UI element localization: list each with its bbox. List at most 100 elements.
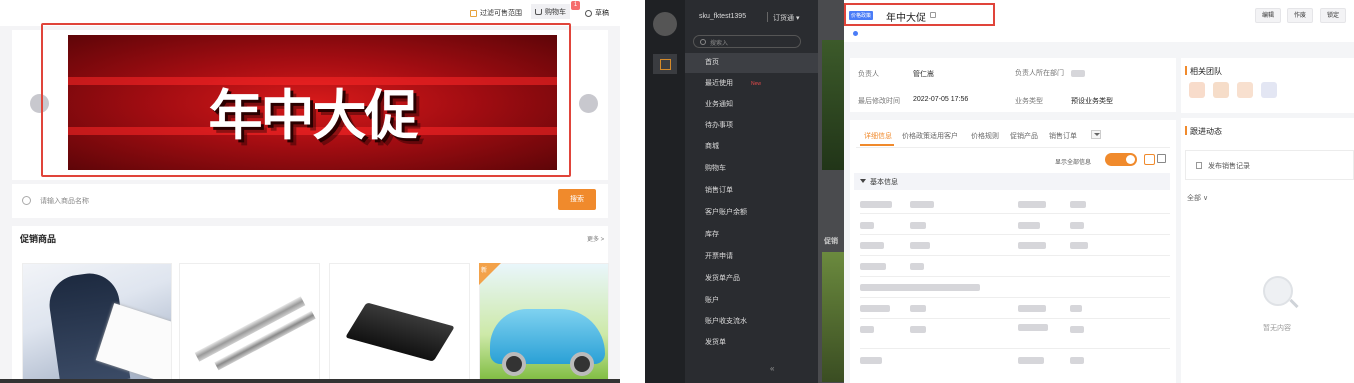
sidebar-item-todo[interactable]: 待办事项 — [685, 116, 835, 136]
field-label-redacted — [1018, 222, 1040, 229]
home-app-icon[interactable] — [653, 54, 677, 74]
new-tag-label: 新 — [481, 268, 488, 274]
highlight-box-banner — [41, 23, 571, 177]
draft-label: 草稿 — [595, 10, 609, 17]
tab-detail-info[interactable]: 详细信息 — [864, 131, 892, 141]
field-label-redacted — [1018, 242, 1046, 249]
avatar[interactable] — [1189, 82, 1205, 98]
field-value-redacted — [910, 326, 926, 333]
show-all-label: 显示全部信息 — [1055, 160, 1092, 166]
field-label-redacted — [860, 284, 980, 291]
sidebar-item-balance[interactable]: 客户账户余额 — [685, 203, 835, 223]
cart-button[interactable]: 购物车 — [531, 4, 570, 19]
sidebar-item-cart[interactable]: 购物车 — [685, 159, 835, 179]
product-image-battery — [345, 302, 455, 362]
activity-title: 跟进动态 — [1190, 127, 1222, 136]
search-input[interactable]: 请输入商品名称 — [40, 196, 89, 206]
void-button[interactable]: 作废 — [1287, 8, 1314, 23]
background-image — [822, 252, 845, 382]
collapse-sidebar-icon[interactable]: « — [770, 364, 774, 373]
publish-sales-record-button[interactable]: 发布销售记录 — [1185, 150, 1354, 180]
sidebar-item-account[interactable]: 账户 — [685, 291, 835, 311]
bottom-edge — [0, 379, 620, 383]
menu-search-input[interactable]: 搜索入 — [693, 35, 801, 48]
layout-grid-icon[interactable] — [1157, 154, 1166, 163]
sidebar-item-account-flow[interactable]: 账户收支流水 — [685, 312, 835, 332]
section-title: 基本信息 — [870, 179, 898, 186]
search-icon — [700, 39, 706, 45]
background-image — [822, 40, 845, 170]
tag-icon[interactable] — [853, 31, 858, 36]
detail-header: 价格政策 年中大促 编辑 作废 锁定 — [844, 0, 1354, 42]
caret-down-icon — [860, 179, 866, 183]
tab-promo-products[interactable]: 促销产品 — [1010, 131, 1038, 141]
promo-section-title: 促销商品 — [20, 234, 57, 244]
field-value-redacted — [1070, 201, 1086, 208]
menu-search-placeholder: 搜索入 — [710, 41, 729, 47]
more-tabs-dropdown[interactable] — [1091, 130, 1101, 139]
carousel-next-button[interactable] — [579, 94, 598, 113]
sidebar-item-sales-order[interactable]: 销售订单 — [685, 181, 835, 201]
product-card[interactable] — [179, 263, 320, 383]
tab-sales-orders[interactable]: 销售订单 — [1049, 131, 1077, 141]
field-value-redacted — [910, 263, 924, 270]
related-team-title: 相关团队 — [1190, 67, 1222, 76]
layout-columns-icon[interactable] — [1144, 154, 1155, 165]
search-button[interactable]: 搜索 — [558, 189, 596, 210]
field-label-redacted — [860, 357, 882, 364]
sidebar-item-invoice[interactable]: 开票申请 — [685, 247, 835, 267]
background-section-label: 促销 — [824, 238, 838, 245]
app-rail — [645, 0, 685, 383]
owner-value[interactable]: 管仁嵩 — [913, 69, 934, 79]
sidebar-item-home[interactable]: 首页 — [685, 53, 835, 73]
field-label-redacted — [1018, 357, 1044, 364]
section-accent — [1185, 66, 1187, 75]
divider — [860, 213, 1170, 214]
cart-label: 购物车 — [545, 8, 566, 16]
edition-dropdown[interactable]: 订货通 ▾ — [773, 13, 799, 23]
field-label-redacted — [1018, 201, 1046, 208]
owner-dept-label: 负责人所在部门 — [1015, 70, 1064, 77]
field-value-redacted — [1070, 305, 1082, 312]
avatar[interactable] — [653, 12, 677, 36]
related-column: 相关团队 跟进动态 发布销售记录 全部 ∨ 暂无内容 — [1181, 58, 1354, 383]
divider — [860, 348, 1170, 349]
sidebar-item-delivery-products[interactable]: 发货单产品 — [685, 269, 835, 289]
field-label-redacted — [1018, 305, 1046, 312]
modified-time-label: 最后修改时间 — [858, 98, 900, 105]
tab-applicable-customers[interactable]: 价格政策适用客户 — [902, 131, 958, 141]
field-label-redacted — [860, 201, 892, 208]
field-value-redacted — [910, 305, 926, 312]
avatar[interactable] — [1237, 82, 1253, 98]
avatar[interactable] — [1261, 82, 1277, 98]
divider — [860, 234, 1170, 235]
price-policy-detail: 价格政策 年中大促 编辑 作废 锁定 负责人 管仁嵩 负责人所在部门 最后修改时… — [844, 0, 1354, 383]
divider — [860, 318, 1170, 319]
basic-info-section-header[interactable]: 基本信息 — [854, 173, 1170, 190]
sidebar-item-inventory[interactable]: 库存 — [685, 225, 835, 245]
search-icon — [22, 196, 31, 205]
lock-button[interactable]: 锁定 — [1320, 8, 1347, 23]
edit-icon — [1196, 162, 1202, 169]
sidebar-item-mall[interactable]: 商城 — [685, 137, 835, 157]
new-badge: New — [751, 81, 762, 87]
show-all-toggle[interactable] — [1105, 153, 1137, 166]
field-value-redacted — [1070, 326, 1084, 333]
product-card[interactable] — [22, 263, 172, 383]
draft-button[interactable]: 草稿 — [585, 8, 609, 18]
sidebar-item-notifications[interactable]: 业务通知 — [685, 95, 835, 115]
divider — [856, 147, 1170, 148]
edit-button[interactable]: 编辑 — [1255, 8, 1282, 23]
tab-price-rules[interactable]: 价格规则 — [971, 131, 999, 141]
product-card[interactable] — [329, 263, 470, 383]
filter-label: 过滤可售范围 — [480, 10, 522, 17]
filter-saleable-toggle[interactable]: 过滤可售范围 — [470, 8, 522, 18]
promo-more-link[interactable]: 更多 > — [587, 234, 604, 243]
field-value-redacted — [1070, 242, 1088, 249]
sidebar-item-delivery[interactable]: 发货单 — [685, 333, 835, 353]
filter-icon — [470, 9, 477, 17]
field-value-redacted — [910, 242, 930, 249]
modified-time-value: 2022-07-05 17:56 — [913, 96, 969, 103]
activity-filter-dropdown[interactable]: 全部 ∨ — [1187, 193, 1208, 203]
avatar[interactable] — [1213, 82, 1229, 98]
